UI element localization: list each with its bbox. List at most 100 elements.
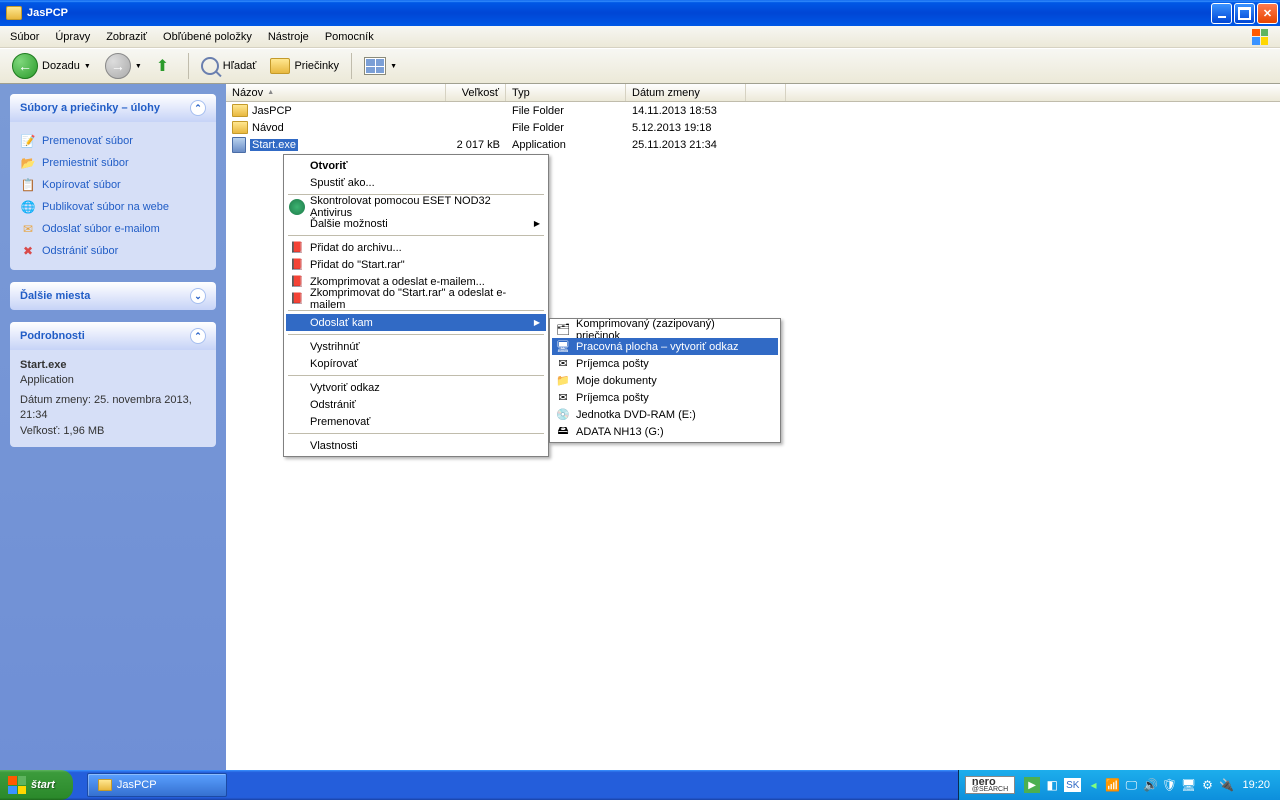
col-type[interactable]: Typ — [506, 84, 626, 101]
tray-icon[interactable]: 🖵 — [1124, 778, 1138, 792]
sendto-mail2[interactable]: ✉Príjemca pošty — [552, 389, 778, 406]
sendto-dvd[interactable]: 💿Jednotka DVD-RAM (E:) — [552, 406, 778, 423]
task-icon: 🌐 — [20, 199, 36, 215]
places-title: Ďalšie miesta — [20, 290, 90, 302]
file-row[interactable]: NávodFile Folder5.12.2013 19:18 — [226, 119, 1280, 136]
file-name: JasPCP — [252, 105, 292, 117]
task-item[interactable]: ✖Odstrániť súbor — [20, 240, 206, 262]
menu-help[interactable]: Pomocník — [317, 28, 382, 46]
volume-icon[interactable]: 🔊 — [1143, 778, 1157, 792]
ctx-shortcut[interactable]: Vytvoriť odkaz — [286, 379, 546, 396]
sendto-adata[interactable]: 🖴ADATA NH13 (G:) — [552, 423, 778, 440]
folders-button[interactable]: Priečinky — [264, 56, 345, 76]
col-name[interactable]: Názov▲ — [226, 84, 446, 101]
tray-icon[interactable]: 🖥 — [1181, 778, 1195, 792]
close-button[interactable] — [1257, 3, 1278, 24]
task-item[interactable]: 🌐Publikovať súbor na webe — [20, 196, 206, 218]
tray-icon[interactable]: ⚙ — [1200, 778, 1214, 792]
search-button[interactable]: Hľadať — [195, 55, 263, 77]
zip-folder-icon: 🗂 — [555, 322, 571, 338]
ctx-sendto[interactable]: Odoslať kam▶ — [286, 314, 546, 331]
maximize-button[interactable] — [1234, 3, 1255, 24]
forward-button[interactable]: → ▼ — [99, 51, 148, 81]
up-button[interactable]: ⬆ — [150, 54, 182, 78]
file-size: 2 017 kB — [446, 138, 506, 152]
task-icon: ✖ — [20, 243, 36, 259]
taskbar: štart JasPCP nero@SEARCH ▶ ◧ SK ◂ 📶 🖵 🔊 … — [0, 770, 1280, 800]
task-icon: ✉ — [20, 221, 36, 237]
task-label: Kopírovať súbor — [42, 179, 121, 191]
task-item[interactable]: 📂Premiestniť súbor — [20, 152, 206, 174]
windows-logo-icon — [1242, 27, 1278, 47]
ctx-properties[interactable]: Vlastnosti — [286, 437, 546, 454]
network-icon[interactable]: 📶 — [1105, 778, 1119, 792]
views-button[interactable]: ▼ — [358, 55, 403, 77]
task-item[interactable]: ✉ Odoslať súbor e-mailom — [20, 218, 206, 240]
col-size[interactable]: Veľkosť — [446, 84, 506, 101]
sendto-docs[interactable]: 📁Moje dokumenty — [552, 372, 778, 389]
ctx-open[interactable]: Otvoriť — [286, 157, 546, 174]
sendto-desktop[interactable]: 🖥Pracovná plocha – vytvoriť odkaz — [552, 338, 778, 355]
language-indicator[interactable]: SK — [1064, 778, 1081, 792]
back-button[interactable]: ← Dozadu ▼ — [6, 51, 97, 81]
places-panel: Ďalšie miesta ⌄ — [10, 282, 216, 310]
ctx-delete[interactable]: Odstrániť — [286, 396, 546, 413]
tray-icon[interactable]: ◂ — [1086, 778, 1100, 792]
folder-icon — [232, 104, 248, 117]
start-button[interactable]: štart — [0, 770, 73, 800]
context-menu: Otvoriť Spustiť ako... Skontrolovat pomo… — [283, 154, 549, 457]
task-item[interactable]: 📝Premenovať súbor — [20, 130, 206, 152]
file-type: File Folder — [506, 104, 626, 118]
ctx-runas[interactable]: Spustiť ako... — [286, 174, 546, 191]
back-label: Dozadu — [42, 60, 80, 72]
task-item[interactable]: 📋 Kopírovať súbor — [20, 174, 206, 196]
file-name: Start.exe — [250, 139, 298, 151]
toolbar: ← Dozadu ▼ → ▼ ⬆ Hľadať Priečinky ▼ — [0, 48, 1280, 84]
tray-icon[interactable]: 🔌 — [1219, 778, 1233, 792]
details-type: Application — [20, 373, 206, 388]
submenu-arrow-icon: ▶ — [534, 318, 540, 327]
folder-icon — [98, 779, 112, 791]
chevron-down-icon: ▼ — [84, 63, 91, 70]
menu-file[interactable]: Súbor — [2, 28, 47, 46]
ctx-eset[interactable]: Skontrolovat pomocou ESET NOD32 Antiviru… — [286, 198, 546, 215]
menu-favorites[interactable]: Obľúbené položky — [155, 28, 260, 46]
task-icon: 📝 — [20, 133, 36, 149]
task-icon: 📋 — [20, 177, 36, 193]
tray-arrow-icon[interactable]: ▶ — [1024, 777, 1040, 793]
rar-icon: 📕 — [289, 291, 305, 307]
col-date[interactable]: Dátum zmeny — [626, 84, 746, 101]
ctx-cut[interactable]: Vystrihnúť — [286, 338, 546, 355]
minimize-button[interactable] — [1211, 3, 1232, 24]
ctx-copy[interactable]: Kopírovať — [286, 355, 546, 372]
task-label: Odoslať súbor e-mailom — [42, 223, 160, 235]
clock[interactable]: 19:20 — [1242, 779, 1270, 791]
ctx-archive-rar[interactable]: 📕Přidat do "Start.rar" — [286, 256, 546, 273]
places-header[interactable]: Ďalšie miesta ⌄ — [10, 282, 216, 310]
ctx-rename[interactable]: Premenovať — [286, 413, 546, 430]
menu-view[interactable]: Zobraziť — [98, 28, 155, 46]
menu-edit[interactable]: Úpravy — [47, 28, 98, 46]
file-row[interactable]: JasPCP File Folder14.11.2013 18:53 — [226, 102, 1280, 119]
collapse-icon: ⌃ — [190, 100, 206, 116]
sendto-zip[interactable]: 🗂Komprimovaný (zazipovaný) priečinok — [552, 321, 778, 338]
tasks-panel: Súbory a priečinky – úlohy ⌃ 📝Premenovať… — [10, 94, 216, 270]
file-date: 14.11.2013 18:53 — [626, 104, 746, 118]
file-date: 25.11.2013 21:34 — [626, 138, 746, 152]
taskbar-app[interactable]: JasPCP — [87, 773, 227, 797]
menu-tools[interactable]: Nástroje — [260, 28, 317, 46]
documents-icon: 📁 — [555, 373, 571, 389]
ctx-compress-rar-mail[interactable]: 📕Zkomprimovat do "Start.rar" a odeslat e… — [286, 290, 546, 307]
exe-icon — [232, 137, 246, 153]
nero-widget[interactable]: nero@SEARCH — [965, 776, 1015, 794]
shield-icon[interactable]: 🛡 — [1162, 778, 1176, 792]
details-header[interactable]: Podrobnosti ⌃ — [10, 322, 216, 350]
ctx-more[interactable]: Ďalšie možnosti▶ — [286, 215, 546, 232]
ctx-archive[interactable]: 📕Přidat do archivu... — [286, 239, 546, 256]
tasks-header[interactable]: Súbory a priečinky – úlohy ⌃ — [10, 94, 216, 122]
sendto-mail1[interactable]: ✉Príjemca pošty — [552, 355, 778, 372]
file-row[interactable]: Start.exe2 017 kBApplication25.11.2013 2… — [226, 136, 1280, 153]
tray-icon[interactable]: ◧ — [1045, 778, 1059, 792]
col-extra[interactable] — [746, 84, 786, 101]
views-icon — [364, 57, 386, 75]
